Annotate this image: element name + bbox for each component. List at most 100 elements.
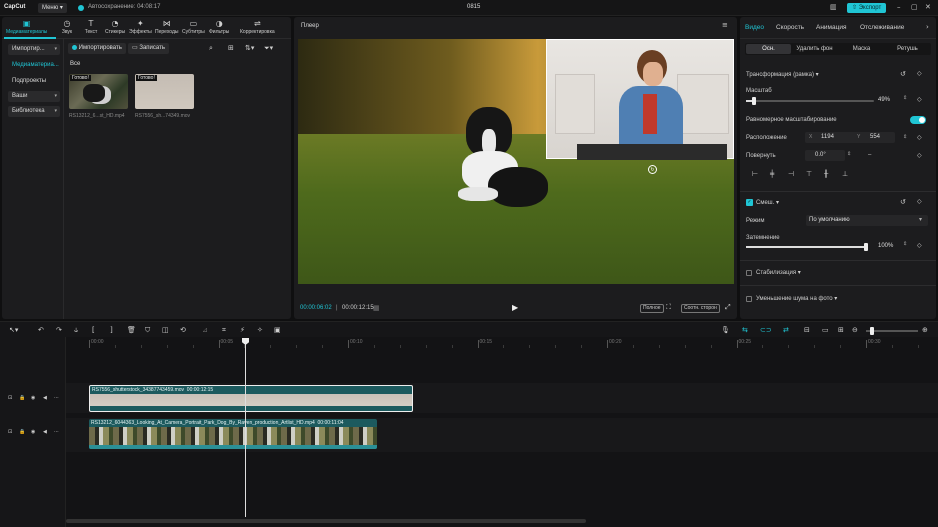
more-icon[interactable]: ⋯ [54,429,59,435]
reset-icon[interactable]: ↺ [900,198,906,206]
position-x-field[interactable]: X 1194 [805,132,861,143]
overlay-video[interactable] [546,39,734,160]
reset-icon[interactable]: ↺ [900,70,906,78]
mirror-icon[interactable]: ⊿ [202,326,208,334]
tab-media[interactable]: ▣ Медиаматериалы [6,19,47,38]
playhead[interactable] [242,338,249,517]
align-right-icon[interactable]: ⊣ [788,170,794,178]
grid-view-icon[interactable]: ⊞ [228,44,234,52]
sidebar-item-4[interactable]: Библиотека ▾ [8,106,60,117]
video-preview[interactable]: ↻ [298,39,734,284]
keyframe-icon[interactable]: ◇ [917,242,922,249]
caption-icon[interactable]: ▭ [822,326,829,334]
visibility-icon[interactable]: ◉ [31,395,35,401]
fullscreen-icon[interactable]: ⤢ [725,303,731,312]
zoom-out-icon[interactable]: ⊖ [852,326,858,334]
stepper-icon[interactable]: ⇳ [847,151,851,157]
media-thumb-1[interactable]: Готово! [69,74,128,109]
marker-icon[interactable]: ⛉ [145,326,150,335]
keyframe-icon[interactable]: ◇ [917,198,922,205]
stabilize-checkbox[interactable] [746,270,752,276]
inspector-tab-0[interactable]: Видео [745,24,764,31]
filter-icon[interactable]: ⏷▾ [264,44,273,53]
overlay-clip[interactable]: RS7556_shutterstock_34387743459.mov 00:0… [89,385,413,412]
tab-audio[interactable]: ◷ Звук [58,19,76,38]
delete-icon[interactable]: 🗑 [127,326,136,334]
search-icon[interactable]: ⌕ [209,44,213,53]
record-button[interactable]: ▭ Записать [128,43,169,54]
inspector-tab-3[interactable]: Отслеживание [860,24,904,31]
freeze-icon[interactable]: ◫ [162,326,169,334]
menu-button[interactable]: Меню ▾ [38,3,67,13]
stepper-icon[interactable]: ⇳ [903,95,907,101]
split-icon[interactable]: ⫝ [74,326,78,335]
filter-all[interactable]: Все [70,61,80,67]
redo-icon[interactable]: ↷ [56,326,62,334]
keyframe-icon[interactable]: ◇ [917,96,922,103]
stepper-icon[interactable]: ⇳ [903,241,907,247]
sidebar-item-2[interactable]: Подпроекты [8,76,60,87]
select-icon[interactable]: ↖▾ [9,326,18,334]
sidebar-item-3[interactable]: Ваши ▾ [8,91,60,102]
close-icon[interactable]: ✕ [925,3,931,11]
uniform-scale-toggle[interactable] [910,116,926,124]
align-center-v-icon[interactable]: ╫ [824,170,828,178]
crop-icon[interactable]: ⌗ [222,326,226,335]
player-menu-icon[interactable]: ≡ [722,21,728,29]
sort-icon[interactable]: ⇅▾ [245,44,254,52]
trim-left-icon[interactable]: [ [92,326,95,334]
ai-effects-icon[interactable]: ✧ [257,326,263,334]
lock-icon[interactable]: 🔒 [19,395,25,401]
zoom-slider[interactable] [866,327,918,335]
sidebar-item-0[interactable]: Импортир... ▾ [8,44,60,55]
more-icon[interactable]: ⋯ [54,395,59,401]
preview-axis-icon[interactable]: ⊟ [804,326,810,334]
tab-text[interactable]: T Текст [82,19,100,38]
trim-right-icon[interactable]: ] [110,326,113,334]
mode-select[interactable]: По умолчанию ▾ [806,215,928,226]
zoom-in-icon[interactable]: ⊕ [922,326,928,334]
screenshot-icon[interactable]: ▣ [274,326,281,334]
align-bottom-icon[interactable]: ⊥ [842,170,848,178]
aspect-ratio-button[interactable]: Соотн. сторон [681,304,720,313]
keyframe-icon[interactable]: ◇ [917,152,922,159]
export-button[interactable]: ⇧ Экспорт [847,3,887,13]
scale-slider[interactable] [746,97,874,105]
layout-icon[interactable]: ▥ [830,3,837,11]
audio-icon[interactable]: ◀ [43,395,47,401]
subtab-1[interactable]: Удалить фон [792,44,837,54]
position-y-field[interactable]: Y 554 [855,132,895,143]
link-icon[interactable]: ⇆ [742,326,748,334]
minimize-icon[interactable]: – [897,3,901,11]
inspector-tab-2[interactable]: Анимация [816,24,847,31]
keyframe-icon[interactable]: ◇ [917,134,922,141]
horizontal-scrollbar[interactable] [66,519,586,523]
inspector-tab-1[interactable]: Скорость [776,24,804,31]
media-thumb-2[interactable]: Готово! [135,74,194,109]
keyframe-icon[interactable]: ◇ [917,70,922,77]
rotate-handle-icon[interactable]: ↻ [648,165,657,174]
visibility-icon[interactable]: ◉ [31,429,35,435]
import-button[interactable]: Импортировать [68,43,126,54]
lock-icon[interactable]: 🔒 [19,429,25,435]
magnet-icon[interactable]: ⊂⊃ [760,326,772,334]
opacity-value[interactable]: 100% [878,243,893,249]
undo-icon[interactable]: ↶ [38,326,44,334]
maximize-icon[interactable]: ▢ [911,3,918,11]
time-ruler[interactable]: 00:00 00:05 00:10 00:15 00:20 00:25 00:30 [0,337,938,351]
rotate-field[interactable]: 0.0° [805,150,845,161]
align-top-icon[interactable]: ⊤ [806,170,812,178]
align-center-h-icon[interactable]: ╪ [770,170,774,178]
zoom-fit-icon[interactable]: ⊞ [838,326,844,334]
main-clip[interactable]: RS13212_6044363_Looking_At_Camera_Portra… [89,419,377,449]
audio-icon[interactable]: ◀ [43,429,47,435]
tab-effects[interactable]: ✦ Эффекты [129,19,152,38]
chevron-right-icon[interactable]: › [926,23,929,31]
blend-checkbox[interactable]: ✓ [746,199,753,206]
subtab-0[interactable]: Осн. [746,44,791,54]
tab-adjust[interactable]: ⇌ Корректировка [240,19,275,38]
full-button[interactable]: Полное [640,304,664,313]
play-icon[interactable]: ▶ [512,303,518,312]
tab-filters[interactable]: ◑ Фильтры [209,19,229,38]
snap-icon[interactable]: ⇄ [783,326,789,334]
